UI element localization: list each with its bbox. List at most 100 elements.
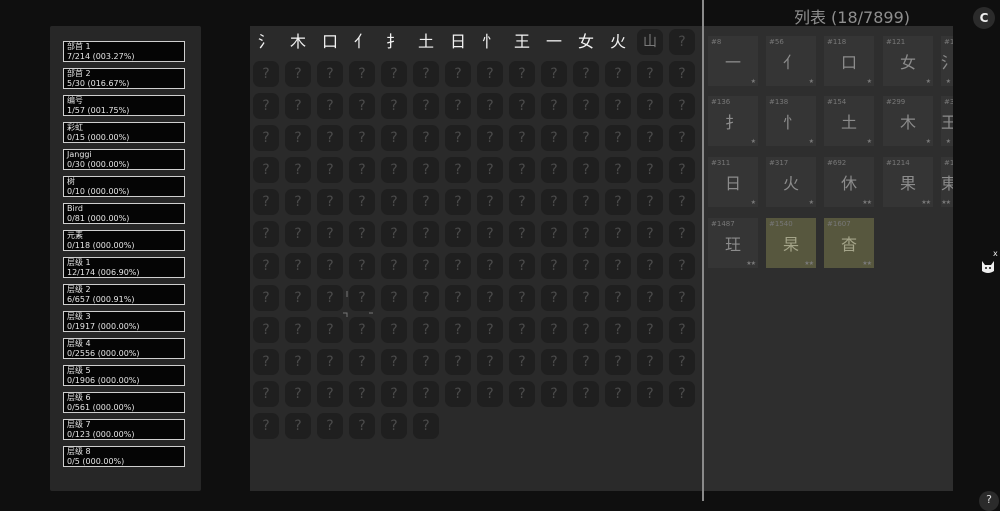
grid-cell-unknown[interactable]: ?: [541, 381, 567, 407]
grid-cell-unknown[interactable]: ?: [573, 253, 599, 279]
grid-cell-unknown[interactable]: ?: [541, 93, 567, 119]
grid-cell-unknown[interactable]: ?: [541, 125, 567, 151]
character-card[interactable]: #118 口 ★: [824, 36, 874, 86]
grid-cell-found[interactable]: 扌: [381, 29, 407, 55]
grid-cell-unknown[interactable]: ?: [317, 413, 343, 439]
grid-cell-unknown[interactable]: ?: [285, 93, 311, 119]
grid-cell-unknown[interactable]: ?: [669, 285, 695, 311]
grid-cell-unknown[interactable]: ?: [413, 413, 439, 439]
grid-cell-unknown[interactable]: ?: [317, 157, 343, 183]
grid-cell-unknown[interactable]: ?: [477, 349, 503, 375]
grid-cell-unknown[interactable]: ?: [381, 125, 407, 151]
grid-cell-unknown[interactable]: ?: [477, 125, 503, 151]
grid-cell-unknown[interactable]: ?: [413, 157, 439, 183]
grid-cell-unknown[interactable]: ?: [509, 157, 535, 183]
grid-cell-unknown[interactable]: ?: [669, 317, 695, 343]
grid-cell-found[interactable]: 日: [445, 29, 471, 55]
grid-cell-unknown[interactable]: ?: [285, 125, 311, 151]
character-card[interactable]: #121 女 ★: [883, 36, 933, 86]
grid-cell-unknown[interactable]: ?: [509, 381, 535, 407]
grid-cell-unknown[interactable]: ?: [509, 317, 535, 343]
grid-cell-unknown[interactable]: ?: [381, 317, 407, 343]
grid-cell-unknown[interactable]: ?: [605, 253, 631, 279]
grid-cell-unknown[interactable]: ?: [253, 125, 279, 151]
grid-cell-unknown[interactable]: ?: [253, 93, 279, 119]
grid-cell-unknown[interactable]: ?: [477, 285, 503, 311]
grid-cell-unknown[interactable]: ?: [637, 157, 663, 183]
grid-cell-unknown[interactable]: ?: [413, 189, 439, 215]
grid-cell-unknown[interactable]: ?: [413, 381, 439, 407]
grid-cell-unknown[interactable]: ?: [477, 221, 503, 247]
grid-cell-unknown[interactable]: ?: [445, 157, 471, 183]
help-button[interactable]: ?: [979, 491, 999, 511]
grid-cell-unknown[interactable]: ?: [541, 221, 567, 247]
grid-cell-unknown[interactable]: ?: [381, 157, 407, 183]
grid-cell-unknown[interactable]: ?: [541, 253, 567, 279]
grid-cell-unknown[interactable]: ?: [605, 125, 631, 151]
grid-cell-unknown[interactable]: ?: [317, 221, 343, 247]
grid-cell-unknown[interactable]: ?: [541, 189, 567, 215]
grid-cell-unknown[interactable]: ?: [285, 349, 311, 375]
grid-cell-unknown[interactable]: ?: [253, 285, 279, 311]
grid-cell-unknown[interactable]: ?: [669, 29, 695, 55]
grid-cell-unknown[interactable]: ?: [445, 349, 471, 375]
character-card[interactable]: #154 土 ★: [824, 96, 874, 146]
grid-cell-unknown[interactable]: ?: [509, 61, 535, 87]
grid-cell-unknown[interactable]: ?: [445, 189, 471, 215]
grid-cell-unknown[interactable]: ?: [573, 157, 599, 183]
grid-cell-unknown[interactable]: ?: [669, 381, 695, 407]
grid-cell-found[interactable]: 王: [509, 29, 535, 55]
grid-cell-unknown[interactable]: ?: [509, 93, 535, 119]
grid-cell-unknown[interactable]: ?: [605, 349, 631, 375]
grid-cell-unknown[interactable]: ?: [669, 125, 695, 151]
grid-cell-unknown[interactable]: ?: [605, 189, 631, 215]
grid-cell-unknown[interactable]: ?: [349, 413, 375, 439]
character-card[interactable]: #1250 東 ★★: [941, 157, 953, 207]
grid-cell-unknown[interactable]: ?: [637, 285, 663, 311]
grid-cell-unknown[interactable]: ?: [669, 189, 695, 215]
grid-cell-unknown[interactable]: ?: [509, 189, 535, 215]
grid-cell-unknown[interactable]: ?: [509, 221, 535, 247]
grid-cell-unknown[interactable]: ?: [381, 61, 407, 87]
grid-cell-unknown[interactable]: ?: [477, 317, 503, 343]
grid-cell-unknown[interactable]: ?: [253, 221, 279, 247]
grid-cell-unknown[interactable]: ?: [285, 317, 311, 343]
grid-cell-unknown[interactable]: ?: [637, 189, 663, 215]
grid-cell-unknown[interactable]: ?: [477, 157, 503, 183]
grid-cell-unknown[interactable]: ?: [605, 317, 631, 343]
grid-cell-unknown[interactable]: ?: [349, 125, 375, 151]
grid-cell-unknown[interactable]: ?: [509, 285, 535, 311]
character-card[interactable]: #138 忄 ★: [766, 96, 816, 146]
grid-cell-unknown[interactable]: ?: [445, 61, 471, 87]
grid-cell-unknown[interactable]: ?: [253, 253, 279, 279]
grid-cell-unknown[interactable]: ?: [349, 93, 375, 119]
grid-cell-unknown[interactable]: ?: [573, 349, 599, 375]
grid-cell-found[interactable]: 土: [413, 29, 439, 55]
close-label[interactable]: x: [993, 249, 998, 258]
grid-cell-unknown[interactable]: ?: [573, 93, 599, 119]
grid-cell-unknown[interactable]: ?: [317, 253, 343, 279]
grid-cell-unknown[interactable]: ?: [445, 93, 471, 119]
grid-cell-unknown[interactable]: ?: [317, 317, 343, 343]
grid-cell-unknown[interactable]: ?: [637, 61, 663, 87]
grid-cell-unknown[interactable]: ?: [605, 381, 631, 407]
grid-cell-unknown[interactable]: ?: [541, 317, 567, 343]
grid-cell-unknown[interactable]: ?: [317, 189, 343, 215]
grid-cell-unknown[interactable]: ?: [381, 285, 407, 311]
grid-cell-unknown[interactable]: ?: [381, 381, 407, 407]
grid-cell-unknown[interactable]: ?: [605, 221, 631, 247]
character-card[interactable]: #317 火 ★: [766, 157, 816, 207]
grid-cell-unknown[interactable]: ?: [285, 413, 311, 439]
grid-cell-unknown[interactable]: ?: [669, 253, 695, 279]
grid-cell-unknown[interactable]: ?: [669, 157, 695, 183]
grid-cell-unknown[interactable]: ?: [445, 125, 471, 151]
character-card[interactable]: #135 氵 ★: [941, 36, 953, 86]
grid-cell-unknown[interactable]: ?: [413, 285, 439, 311]
grid-cell-unknown[interactable]: ?: [253, 189, 279, 215]
grid-cell-unknown[interactable]: ?: [573, 61, 599, 87]
grid-cell-unknown[interactable]: ?: [477, 189, 503, 215]
grid-cell-unknown[interactable]: ?: [253, 413, 279, 439]
grid-cell-unknown[interactable]: ?: [285, 61, 311, 87]
grid-cell-unknown[interactable]: ?: [669, 93, 695, 119]
grid-cell-unknown[interactable]: ?: [637, 125, 663, 151]
